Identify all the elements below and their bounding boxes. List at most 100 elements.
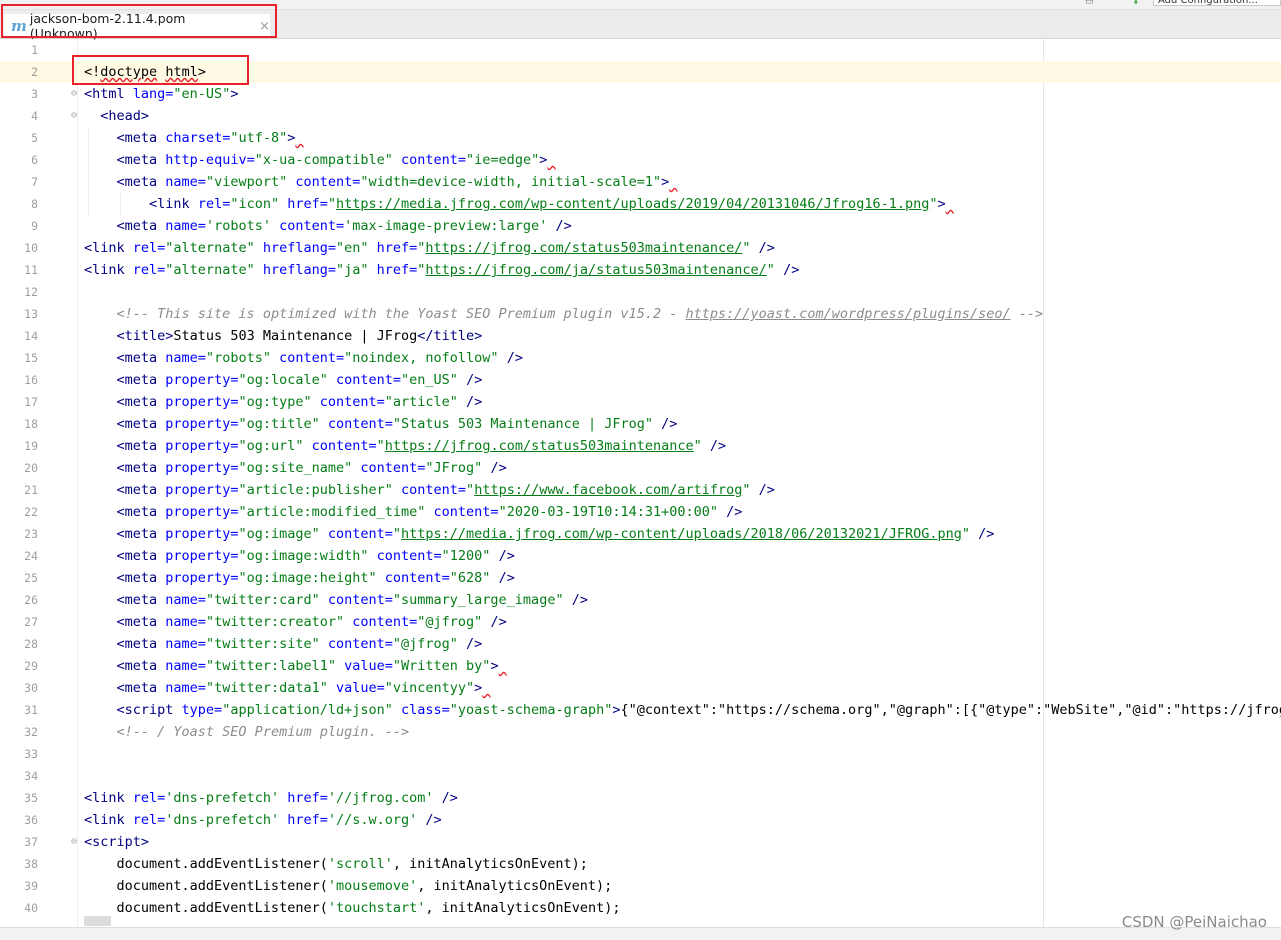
code-text: <script> — [84, 831, 149, 853]
code-line[interactable]: 13 <!-- This site is optimized with the … — [0, 303, 1281, 325]
code-line[interactable]: 22 <meta property="article:modified_time… — [0, 501, 1281, 523]
code-line[interactable]: 30 <meta name="twitter:data1" value="vin… — [0, 677, 1281, 699]
code-line[interactable]: 39 document.addEventListener('mousemove'… — [0, 875, 1281, 897]
line-number: 27 — [24, 615, 38, 629]
run-configuration-dropdown[interactable]: Add Configuration... — [1153, 0, 1281, 6]
fold-toggle-icon[interactable]: ⊖ — [71, 105, 77, 127]
code-line[interactable]: 28 <meta name="twitter:site" content="@j… — [0, 633, 1281, 655]
code-line[interactable]: 33 — [0, 743, 1281, 765]
code-line[interactable]: 5 <meta charset="utf-8"> — [0, 127, 1281, 149]
code-line[interactable]: 19 <meta property="og:url" content="http… — [0, 435, 1281, 457]
code-line[interactable]: 32 <!-- / Yoast SEO Premium plugin. --> — [0, 721, 1281, 743]
line-number: 21 — [24, 483, 38, 497]
line-number: 24 — [24, 549, 38, 563]
code-line[interactable]: 6 <meta http-equiv="x-ua-compatible" con… — [0, 149, 1281, 171]
code-editor[interactable]: 1 2 <!doctype html> 3 ⊖ <html lang="en-US"> 4 ⊖… — [0, 39, 1281, 927]
code-line[interactable]: 40 document.addEventListener('touchstart… — [0, 897, 1281, 919]
code-token: https://www.facebook.com/artifrog — [474, 482, 743, 498]
maven-file-icon: m — [11, 17, 27, 35]
code-token: "summary_large_image" — [392, 592, 572, 608]
code-line[interactable]: 24 <meta property="og:image:width" conte… — [0, 545, 1281, 567]
code-text: document.addEventListener('mousemove', i… — [84, 875, 613, 897]
code-token: "twitter:data1" — [205, 680, 336, 696]
code-token: "twitter:site" — [205, 636, 328, 652]
code-line[interactable]: 23 <meta property="og:image" content="ht… — [0, 523, 1281, 545]
code-token: <meta — [116, 394, 166, 410]
code-line[interactable]: 16 <meta property="og:locale" content="e… — [0, 369, 1281, 391]
code-line[interactable]: 17 <meta property="og:type" content="art… — [0, 391, 1281, 413]
code-line[interactable]: 4 ⊖ <head> — [0, 105, 1281, 127]
code-token: "@jfrog" — [392, 636, 467, 652]
code-line[interactable]: 27 <meta name="twitter:creator" content=… — [0, 611, 1281, 633]
code-token: name= — [165, 680, 206, 696]
code-line[interactable]: 29 <meta name="twitter:label1" value="Wr… — [0, 655, 1281, 677]
code-line[interactable]: 8 <link rel="icon" href="https://media.j… — [0, 193, 1281, 215]
code-line[interactable]: 20 <meta property="og:site_name" content… — [0, 457, 1281, 479]
code-token: content= — [311, 438, 377, 454]
line-number: 13 — [24, 307, 38, 321]
file-tab[interactable]: m jackson-bom-2.11.4.pom (Unknown) × — [4, 11, 270, 41]
code-token: content= — [352, 614, 418, 630]
code-line[interactable]: 14 <title>Status 503 Maintenance | JFrog… — [0, 325, 1281, 347]
code-line[interactable]: 21 <meta property="article:publisher" co… — [0, 479, 1281, 501]
code-line[interactable]: 38 document.addEventListener('scroll', i… — [0, 853, 1281, 875]
code-line[interactable]: 37 ⊖ <script> — [0, 831, 1281, 853]
code-token: href= — [287, 790, 328, 806]
code-token: <meta — [116, 130, 166, 146]
line-number: 20 — [24, 461, 38, 475]
code-token: rel= — [197, 196, 231, 212]
code-text: <meta name="twitter:creator" content="@j… — [84, 611, 507, 633]
code-line[interactable]: 9 <meta name='robots' content='max-image… — [0, 215, 1281, 237]
code-line[interactable]: 15 <meta name="robots" content="noindex,… — [0, 347, 1281, 369]
toolbar-icon[interactable]: ▭ — [1085, 0, 1094, 5]
code-token: content= — [360, 460, 426, 476]
code-token: /> — [466, 636, 483, 652]
code-token: https://media.jfrog.com/wp-content/uploa… — [401, 526, 962, 542]
code-token: /> — [441, 790, 458, 806]
code-token: {"@context":"https://schema.org","@graph… — [620, 702, 1281, 718]
code-line[interactable]: 1 — [0, 39, 1281, 61]
code-line[interactable]: 35 <link rel='dns-prefetch' href='//jfrog… — [0, 787, 1281, 809]
close-tab-icon[interactable]: × — [259, 19, 270, 34]
code-token: <meta — [116, 570, 166, 586]
code-token: "x-ua-compatible" — [254, 152, 402, 168]
code-text: <link rel="alternate" hreflang="en" href… — [84, 237, 775, 259]
code-line[interactable]: 11 <link rel="alternate" hreflang="ja" hr… — [0, 259, 1281, 281]
fold-toggle-icon[interactable]: ⊖ — [71, 83, 77, 105]
code-line[interactable]: 7 <meta name="viewport" content="width=d… — [0, 171, 1281, 193]
code-line[interactable]: 2 <!doctype html> — [0, 61, 1281, 83]
build-arrow-icon[interactable]: ⬇ — [1132, 0, 1140, 5]
code-line[interactable]: 12 — [0, 281, 1281, 303]
line-number: 15 — [24, 351, 38, 365]
code-line[interactable]: 31 <script type="application/ld+json" cl… — [0, 699, 1281, 721]
code-token: <meta — [116, 174, 166, 190]
code-line[interactable]: 10 <link rel="alternate" hreflang="en" hr… — [0, 237, 1281, 259]
code-token: "628" — [449, 570, 499, 586]
line-number: 5 — [31, 131, 38, 145]
fold-toggle-icon[interactable]: ⊖ — [71, 831, 77, 853]
code-line[interactable]: 36 <link rel='dns-prefetch' href='//s.w.o… — [0, 809, 1281, 831]
code-token: /> — [758, 240, 775, 256]
line-number: 7 — [31, 175, 38, 189]
code-token: content= — [279, 350, 345, 366]
code-token: name= — [165, 218, 206, 234]
code-line[interactable]: 26 <meta name="twitter:card" content="su… — [0, 589, 1281, 611]
code-line[interactable]: 25 <meta property="og:image:height" cont… — [0, 567, 1281, 589]
code-token: /> — [709, 438, 727, 454]
code-line[interactable]: 18 <meta property="og:title" content="St… — [0, 413, 1281, 435]
code-token: <meta — [116, 438, 166, 454]
code-line[interactable]: 3 ⊖ <html lang="en-US"> — [0, 83, 1281, 105]
code-token: "2020-03-19T10:14:31+00:00" — [498, 504, 727, 520]
code-token: content= — [279, 218, 345, 234]
code-token: /> — [978, 526, 995, 542]
code-token: "width=device-width, initial-scale=1" — [360, 174, 662, 190]
code-token: href= — [376, 240, 418, 256]
code-token: property= — [165, 372, 239, 388]
horizontal-scrollbar-thumb[interactable] — [84, 916, 111, 926]
code-line[interactable]: 34 — [0, 765, 1281, 787]
